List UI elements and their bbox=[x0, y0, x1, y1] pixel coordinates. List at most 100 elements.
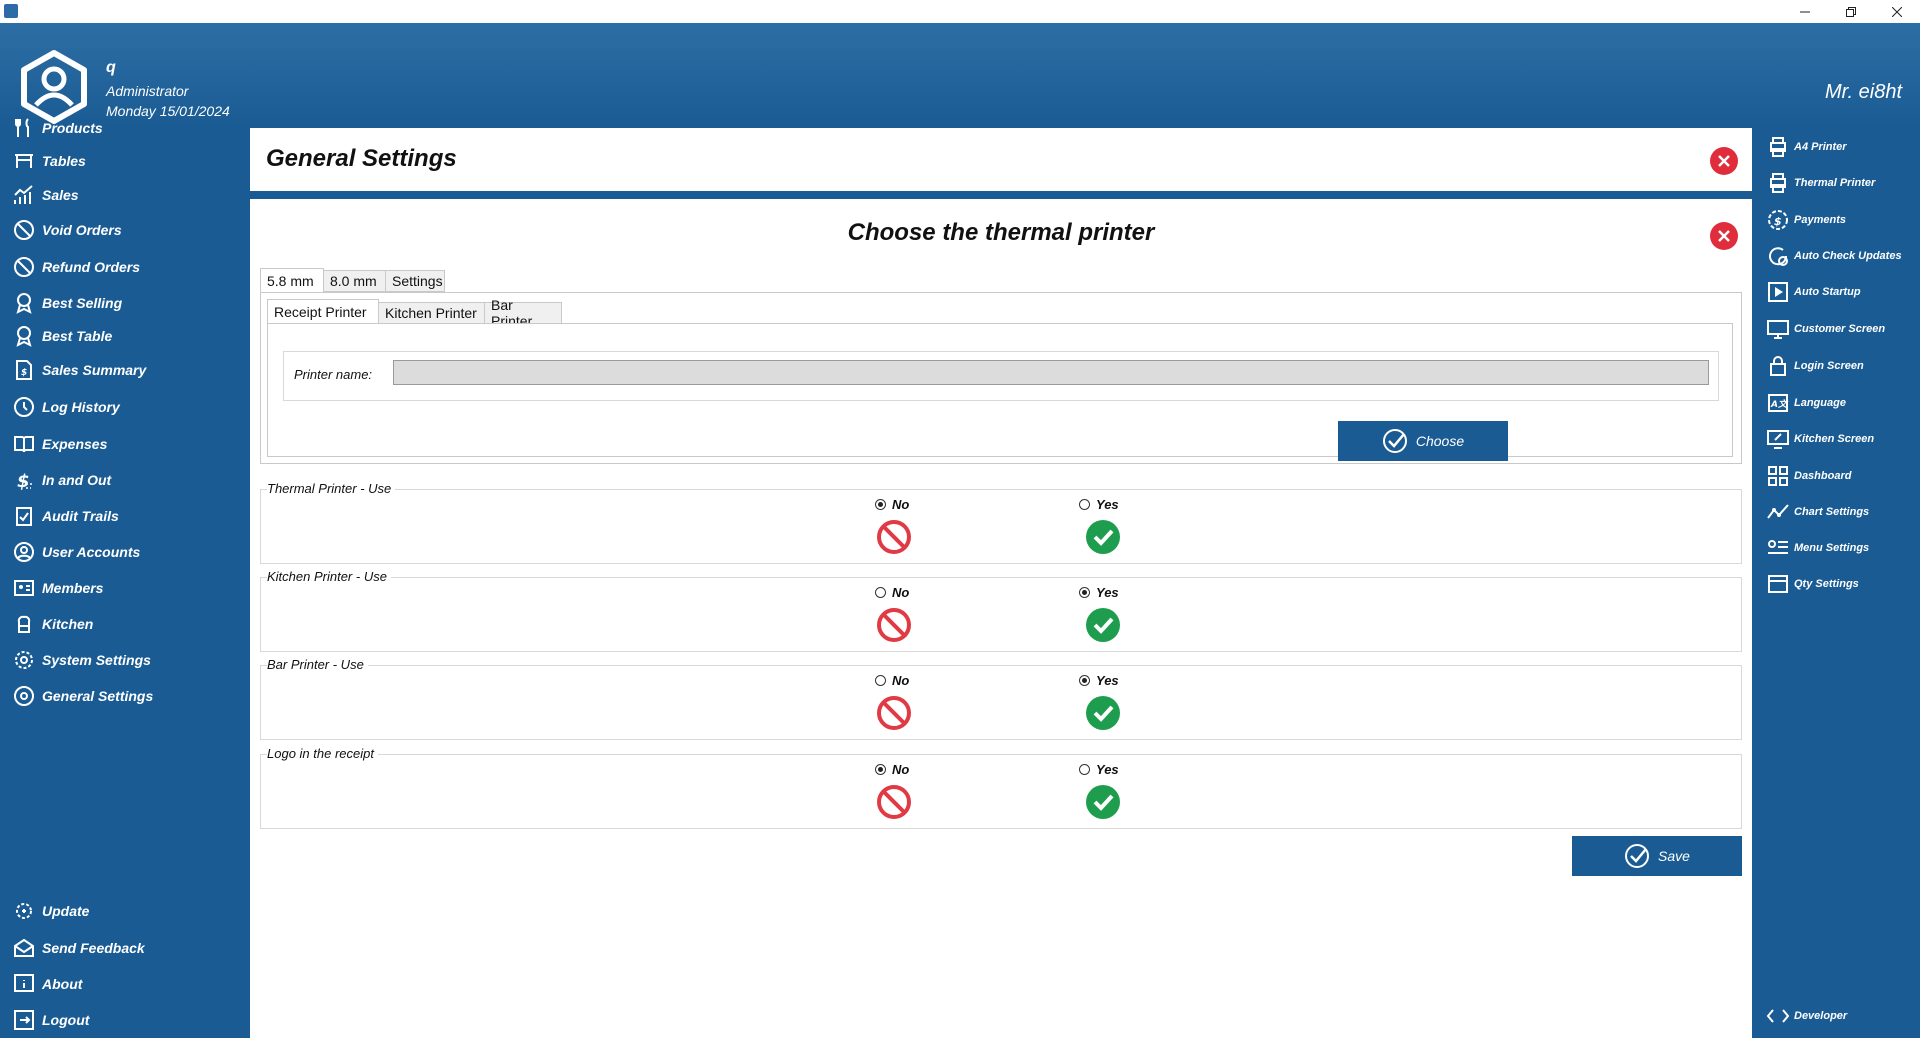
radio-label: No bbox=[892, 497, 910, 512]
sidebar-item-label: Refund Orders bbox=[42, 259, 141, 275]
settings-item-label: Menu Settings bbox=[1794, 542, 1870, 554]
app-icon bbox=[4, 4, 18, 18]
tab-kitchen-printer[interactable]: Kitchen Printer bbox=[378, 302, 485, 324]
radio-label: Yes bbox=[1096, 762, 1119, 777]
radio-no[interactable]: No bbox=[875, 673, 909, 688]
settings-item-label: Chart Settings bbox=[1794, 506, 1870, 518]
code-icon bbox=[1766, 1009, 1790, 1023]
radio-label: Yes bbox=[1096, 673, 1119, 688]
settings-item-customer-screen[interactable]: Customer Screen bbox=[1766, 317, 1885, 341]
option-group-label: Logo in the receipt bbox=[267, 746, 378, 761]
sidebar-item-sales[interactable]: Sales bbox=[12, 183, 79, 207]
sidebar-item-members[interactable]: Members bbox=[12, 576, 103, 600]
document-dollar-icon: $ bbox=[16, 360, 32, 380]
user-avatar-icon bbox=[21, 50, 87, 124]
app-header: q Administrator Monday 15/01/2024 Mr. ei… bbox=[0, 23, 1920, 128]
radio-no[interactable]: No bbox=[875, 762, 909, 777]
tab-bar-printer[interactable]: Bar Printer bbox=[484, 297, 562, 329]
tab-5-8mm[interactable]: 5.8 mm bbox=[260, 268, 324, 293]
sidebar-item-best-selling[interactable]: Best Selling bbox=[12, 291, 122, 315]
settings-item-label: Login Screen bbox=[1794, 360, 1864, 372]
mail-icon bbox=[14, 938, 34, 957]
gear-icon bbox=[15, 651, 33, 669]
sidebar-item-general-settings[interactable]: General Settings bbox=[12, 684, 153, 708]
radio-label: No bbox=[892, 762, 910, 777]
tab-receipt-printer[interactable]: Receipt Printer bbox=[267, 299, 379, 324]
radio-yes[interactable]: Yes bbox=[1079, 762, 1119, 777]
sidebar-item-tables[interactable]: Tables bbox=[12, 149, 86, 173]
printer-tab-content: Printer name: Choose bbox=[267, 323, 1733, 461]
svg-text:A文: A文 bbox=[1770, 399, 1789, 410]
clipboard-check-icon bbox=[16, 507, 32, 526]
option-group-label: Kitchen Printer - Use bbox=[267, 569, 391, 584]
sidebar-item-sales-summary[interactable]: $ Sales Summary bbox=[12, 358, 146, 382]
radio-no[interactable]: No bbox=[875, 497, 909, 512]
close-window-icon[interactable] bbox=[1874, 0, 1920, 23]
settings-item-menu-settings[interactable]: Menu Settings bbox=[1766, 536, 1869, 560]
sidebar-item-kitchen[interactable]: Kitchen bbox=[12, 612, 93, 636]
sidebar-item-log-history[interactable]: Log History bbox=[12, 395, 120, 419]
radio-indicator bbox=[875, 499, 886, 510]
sidebar-item-void-orders[interactable]: Void Orders bbox=[12, 218, 122, 242]
tab-8-0mm[interactable]: 8.0 mm bbox=[323, 270, 386, 292]
sidebar-item-send-feedback[interactable]: Send Feedback bbox=[12, 936, 145, 960]
radio-label: Yes bbox=[1096, 497, 1119, 512]
settings-item-thermal-printer[interactable]: Thermal Printer bbox=[1766, 171, 1875, 195]
save-button[interactable]: Save bbox=[1572, 836, 1742, 876]
svg-text:$: $ bbox=[1774, 215, 1782, 228]
sidebar-item-products[interactable]: Products bbox=[12, 116, 103, 140]
sidebar-item-label: Send Feedback bbox=[42, 940, 145, 956]
window-icon bbox=[1768, 575, 1788, 593]
radio-yes[interactable]: Yes bbox=[1079, 673, 1119, 688]
chart-icon bbox=[14, 185, 33, 204]
settings-item-label: Developer bbox=[1794, 1010, 1848, 1022]
settings-item-chart-settings[interactable]: Chart Settings bbox=[1766, 500, 1869, 524]
settings-item-label: Auto Startup bbox=[1794, 286, 1861, 298]
ban-icon bbox=[14, 220, 34, 240]
settings-item-language[interactable]: A文 Language bbox=[1766, 391, 1846, 415]
tab-settings[interactable]: Settings bbox=[385, 270, 445, 292]
option-group-thermal-printer-use: Thermal Printer - Use No Yes bbox=[260, 481, 1742, 564]
thermal-printer-panel: Choose the thermal printer 5.8 mm 8.0 mm… bbox=[250, 199, 1752, 1038]
settings-item-dashboard[interactable]: Dashboard bbox=[1766, 464, 1851, 488]
choose-button[interactable]: Choose bbox=[1338, 421, 1508, 461]
radio-indicator bbox=[1079, 675, 1090, 686]
sidebar-item-about[interactable]: About bbox=[12, 972, 82, 996]
sidebar-item-label: System Settings bbox=[42, 652, 151, 668]
sidebar-item-refund-orders[interactable]: Refund Orders bbox=[12, 255, 140, 279]
settings-item-auto-startup[interactable]: Auto Startup bbox=[1766, 280, 1861, 304]
yes-icon bbox=[1086, 608, 1120, 642]
settings-item-label: Thermal Printer bbox=[1794, 177, 1876, 189]
radio-no[interactable]: No bbox=[875, 585, 909, 600]
sidebar-item-in-and-out[interactable]: $ In and Out bbox=[12, 468, 111, 492]
sidebar-item-label: Audit Trails bbox=[42, 508, 119, 524]
sidebar-item-system-settings[interactable]: System Settings bbox=[12, 648, 151, 672]
monitor-user-icon bbox=[1767, 320, 1789, 339]
sidebar-item-audit-trails[interactable]: Audit Trails bbox=[12, 504, 119, 528]
sidebar-item-logout[interactable]: Logout bbox=[12, 1008, 89, 1032]
settings-item-auto-check-updates[interactable]: Auto Check Updates bbox=[1766, 244, 1902, 268]
sidebar-item-best-table[interactable]: Best Table bbox=[12, 324, 112, 348]
settings-item-login-screen[interactable]: Login Screen bbox=[1766, 354, 1864, 378]
svg-text:$: $ bbox=[17, 471, 30, 492]
sidebar-item-expenses[interactable]: Expenses bbox=[12, 432, 107, 456]
settings-item-a4-printer[interactable]: A4 Printer bbox=[1766, 135, 1847, 159]
close-page-button[interactable] bbox=[1710, 147, 1738, 175]
close-panel-button[interactable] bbox=[1710, 222, 1738, 250]
radio-yes[interactable]: Yes bbox=[1079, 585, 1119, 600]
settings-item-qty-settings[interactable]: Qty Settings bbox=[1766, 572, 1859, 596]
sidebar-item-user-accounts[interactable]: User Accounts bbox=[12, 540, 140, 564]
close-icon bbox=[1718, 230, 1730, 242]
history-icon bbox=[14, 397, 34, 417]
sidebar-item-update[interactable]: Update bbox=[12, 899, 89, 923]
settings-item-payments[interactable]: $ Payments bbox=[1766, 208, 1846, 232]
printer-name-field[interactable] bbox=[393, 360, 1709, 385]
restore-icon[interactable] bbox=[1828, 0, 1874, 23]
yes-icon bbox=[1086, 785, 1120, 819]
settings-item-label: Payments bbox=[1794, 214, 1846, 226]
settings-item-label: Customer Screen bbox=[1794, 323, 1886, 335]
settings-item-developer[interactable]: Developer bbox=[1766, 1004, 1847, 1028]
settings-item-kitchen-screen[interactable]: Kitchen Screen bbox=[1766, 427, 1874, 451]
radio-yes[interactable]: Yes bbox=[1079, 497, 1119, 512]
minimize-icon[interactable] bbox=[1782, 0, 1828, 23]
